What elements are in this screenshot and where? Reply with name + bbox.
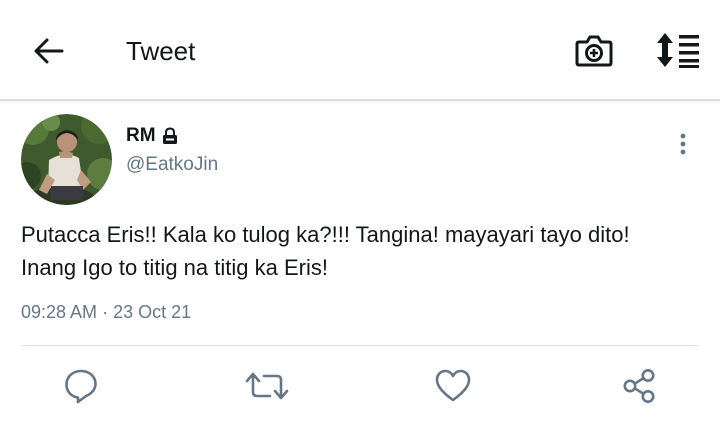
camera-add-icon[interactable]	[574, 30, 614, 70]
sort-list-icon[interactable]	[655, 32, 701, 68]
share-icon[interactable]	[620, 368, 658, 404]
tweet-time: 09:28 AM	[21, 302, 98, 322]
retweet-icon[interactable]	[245, 368, 289, 404]
tweet-date: 23 Oct 21	[113, 302, 192, 322]
reply-icon[interactable]	[64, 368, 98, 404]
more-options-icon[interactable]	[676, 132, 690, 156]
lock-icon	[162, 127, 177, 144]
display-name[interactable]: RM	[126, 125, 156, 147]
avatar[interactable]	[21, 114, 112, 205]
timestamp-separator: ·	[102, 302, 109, 322]
divider	[21, 345, 699, 346]
tweet-timestamp: 09:28 AM · 23 Oct 21	[21, 302, 191, 323]
user-handle[interactable]: @EatkoJin	[126, 154, 218, 176]
top-app-bar: Tweet	[0, 0, 720, 101]
tweet-text: Putacca Eris!! Kala ko tulog ka?!!! Tang…	[21, 222, 630, 280]
page-title: Tweet	[126, 36, 196, 66]
like-icon[interactable]	[434, 368, 472, 404]
back-arrow-icon[interactable]	[32, 34, 66, 68]
user-name-row: RM	[126, 124, 179, 148]
